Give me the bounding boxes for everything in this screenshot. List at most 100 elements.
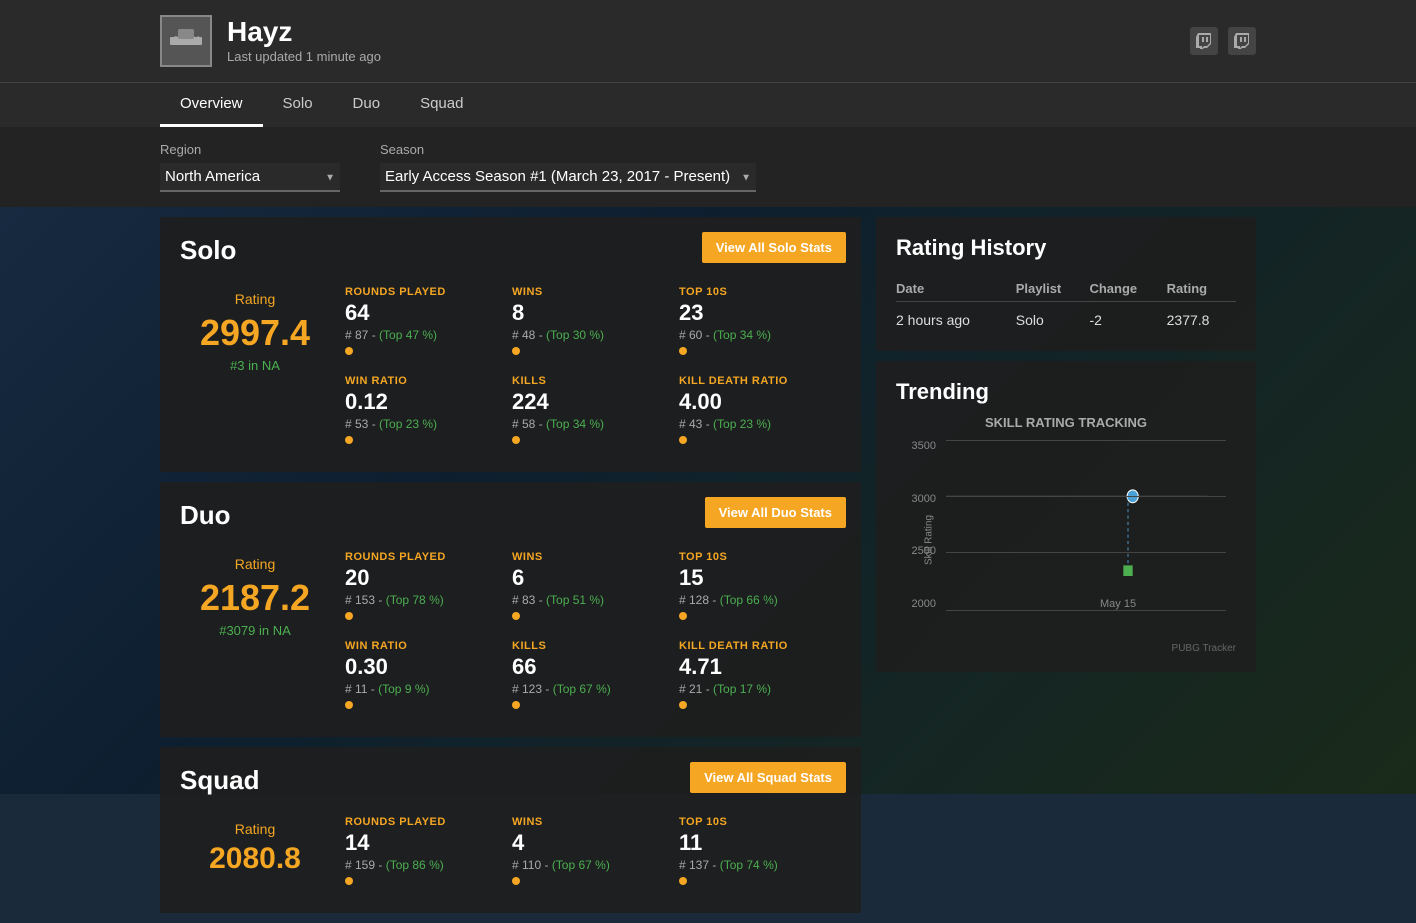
header-info: Hayz Last updated 1 minute ago xyxy=(227,16,381,66)
view-all-squad-button[interactable]: View All Squad Stats xyxy=(690,762,846,793)
twitch-icon-1[interactable] xyxy=(1190,27,1218,55)
stat-dot xyxy=(512,436,520,444)
squad-stat-wins: WINS 4 # 110 - (Top 67 %) xyxy=(512,816,659,890)
region-label: Region xyxy=(160,142,340,157)
solo-rating-col: Rating 2997.4 #3 in NA xyxy=(180,281,330,454)
row-rating: 2377.8 xyxy=(1167,302,1236,334)
stat-dot xyxy=(679,347,687,355)
season-filter: Season Early Access Season #1 (March 23,… xyxy=(380,142,756,192)
squad-rating-value: 2080.8 xyxy=(190,842,320,876)
chart-title: SKILL RATING TRACKING xyxy=(896,415,1236,430)
right-column: Rating History Date Playlist Change Rati… xyxy=(876,217,1256,923)
col-change: Change xyxy=(1089,276,1166,302)
stat-dot xyxy=(512,612,520,620)
squad-stats-grid: ROUNDS PLAYED 14 # 159 - (Top 86 %) WINS… xyxy=(330,811,841,895)
duo-stat-kdr: KILL DEATH RATIO 4.71 # 21 - (Top 17 %) xyxy=(679,640,826,714)
row-playlist: Solo xyxy=(1016,302,1090,334)
nav-duo[interactable]: Duo xyxy=(333,83,401,127)
grid-line xyxy=(946,440,1226,441)
solo-stat-winratio: WIN RATIO 0.12 # 53 - (Top 23 %) xyxy=(345,375,492,449)
table-row: 2 hours ago Solo -2 2377.8 xyxy=(896,302,1236,334)
grid-line xyxy=(946,552,1226,553)
solo-stat-rounds: ROUNDS PLAYED 64 # 87 - (Top 47 %) xyxy=(345,286,492,360)
header-icons xyxy=(1190,27,1256,55)
solo-rating-label: Rating xyxy=(190,291,320,307)
duo-stats-grid: ROUNDS PLAYED 20 # 153 - (Top 78 %) WINS… xyxy=(330,546,841,719)
season-select[interactable]: Early Access Season #1 (March 23, 2017 -… xyxy=(380,163,756,192)
duo-section: Duo View All Duo Stats Rating 2187.2 #30… xyxy=(160,482,861,737)
col-date: Date xyxy=(896,276,1016,302)
rating-history-card: Rating History Date Playlist Change Rati… xyxy=(876,217,1256,351)
solo-stat-kdr: KILL DEATH RATIO 4.00 # 43 - (Top 23 %) xyxy=(679,375,826,449)
squad-rating-label: Rating xyxy=(190,821,320,837)
pubg-tracker-label: PUBG Tracker xyxy=(896,643,1236,654)
stats-column: Solo View All Solo Stats Rating 2997.4 #… xyxy=(160,217,861,923)
nav: Overview Solo Duo Squad xyxy=(0,82,1416,127)
squad-section: Squad View All Squad Stats Rating 2080.8… xyxy=(160,747,861,913)
duo-rating-value: 2187.2 xyxy=(190,577,320,619)
view-all-solo-button[interactable]: View All Solo Stats xyxy=(702,232,846,263)
squad-stats-row: Rating 2080.8 ROUNDS PLAYED 14 # 159 - (… xyxy=(180,811,841,895)
trending-title: Trending xyxy=(896,379,1236,405)
nav-squad[interactable]: Squad xyxy=(400,83,483,127)
nav-solo[interactable]: Solo xyxy=(263,83,333,127)
solo-rating-rank: #3 in NA xyxy=(190,358,320,373)
stat-dot xyxy=(345,612,353,620)
chart-svg xyxy=(946,440,1226,610)
stat-dot xyxy=(345,877,353,885)
duo-stat-winratio: WIN RATIO 0.30 # 11 - (Top 9 %) xyxy=(345,640,492,714)
stat-dot xyxy=(679,701,687,709)
solo-stat-wins: WINS 8 # 48 - (Top 30 %) xyxy=(512,286,659,360)
rating-history-title: Rating History xyxy=(896,235,1236,261)
solo-stat-kills: KILLS 224 # 58 - (Top 34 %) xyxy=(512,375,659,449)
row-change: -2 xyxy=(1089,302,1166,334)
duo-rating-label: Rating xyxy=(190,556,320,572)
twitch-icon-2[interactable] xyxy=(1228,27,1256,55)
squad-stat-top10: TOP 10S 11 # 137 - (Top 74 %) xyxy=(679,816,826,890)
row-date: 2 hours ago xyxy=(896,302,1016,334)
stat-dot xyxy=(512,877,520,885)
nav-overview[interactable]: Overview xyxy=(160,83,263,127)
main-layout: Solo View All Solo Stats Rating 2997.4 #… xyxy=(0,217,1416,923)
solo-stats-grid: ROUNDS PLAYED 64 # 87 - (Top 47 %) WINS … xyxy=(330,281,841,454)
username: Hayz xyxy=(227,16,381,48)
col-rating: Rating xyxy=(1167,276,1236,302)
avatar: JUHH xyxy=(160,15,212,67)
solo-rating-value: 2997.4 xyxy=(190,312,320,354)
stat-dot xyxy=(679,877,687,885)
chart-container: SKILL RATING TRACKING 3500 3000 2500 200… xyxy=(896,415,1236,654)
duo-stat-rounds: ROUNDS PLAYED 20 # 153 - (Top 78 %) xyxy=(345,551,492,625)
rating-history-table: Date Playlist Change Rating 2 hours ago … xyxy=(896,276,1236,333)
squad-rating-col: Rating 2080.8 xyxy=(180,811,330,895)
grid-line xyxy=(946,610,1226,611)
view-all-duo-button[interactable]: View All Duo Stats xyxy=(705,497,846,528)
solo-stats-row: Rating 2997.4 #3 in NA ROUNDS PLAYED 64 … xyxy=(180,281,841,454)
squad-stat-rounds: ROUNDS PLAYED 14 # 159 - (Top 86 %) xyxy=(345,816,492,890)
region-select[interactable]: North America xyxy=(160,163,340,192)
y-axis-label: Skill Rating xyxy=(924,515,935,565)
duo-stat-top10: TOP 10S 15 # 128 - (Top 66 %) xyxy=(679,551,826,625)
stat-dot xyxy=(345,436,353,444)
duo-stat-kills: KILLS 66 # 123 - (Top 67 %) xyxy=(512,640,659,714)
duo-rating-rank: #3079 in NA xyxy=(190,623,320,638)
duo-stat-wins: WINS 6 # 83 - (Top 51 %) xyxy=(512,551,659,625)
stat-dot xyxy=(512,701,520,709)
grid-line xyxy=(946,496,1226,497)
col-playlist: Playlist xyxy=(1016,276,1090,302)
duo-stats-row: Rating 2187.2 #3079 in NA ROUNDS PLAYED … xyxy=(180,546,841,719)
x-label: May 15 xyxy=(1100,598,1136,610)
chart-area: 3500 3000 2500 2000 Skill Rating xyxy=(896,440,1236,640)
last-updated: Last updated 1 minute ago xyxy=(227,49,381,64)
solo-stat-top10: TOP 10S 23 # 60 - (Top 34 %) xyxy=(679,286,826,360)
header: JUHH Hayz Last updated 1 minute ago xyxy=(0,0,1416,82)
stat-dot xyxy=(679,436,687,444)
filters: Region North America Season Early Access… xyxy=(0,127,1416,207)
stat-dot xyxy=(679,612,687,620)
region-filter: Region North America xyxy=(160,142,340,192)
trending-card: Trending SKILL RATING TRACKING 3500 3000… xyxy=(876,361,1256,672)
stat-dot xyxy=(345,701,353,709)
chart-plot: May 15 xyxy=(946,440,1226,610)
season-label: Season xyxy=(380,142,756,157)
stat-dot xyxy=(512,347,520,355)
duo-rating-col: Rating 2187.2 #3079 in NA xyxy=(180,546,330,719)
